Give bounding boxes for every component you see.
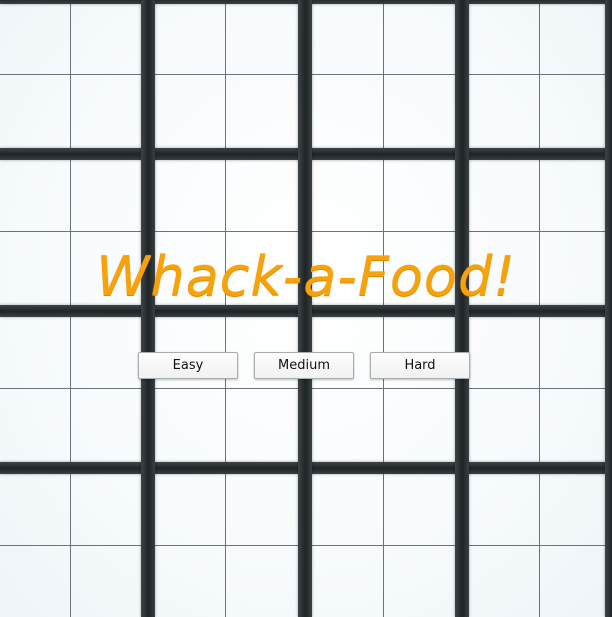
game-board: Whack-a-Food! Easy Medium Hard	[0, 0, 612, 617]
game-title: Whack-a-Food!	[96, 245, 516, 308]
easy-button[interactable]: Easy	[138, 352, 238, 379]
medium-button[interactable]: Medium	[254, 352, 354, 379]
hard-button[interactable]: Hard	[370, 352, 470, 379]
difficulty-selector: Easy Medium Hard	[138, 352, 472, 380]
